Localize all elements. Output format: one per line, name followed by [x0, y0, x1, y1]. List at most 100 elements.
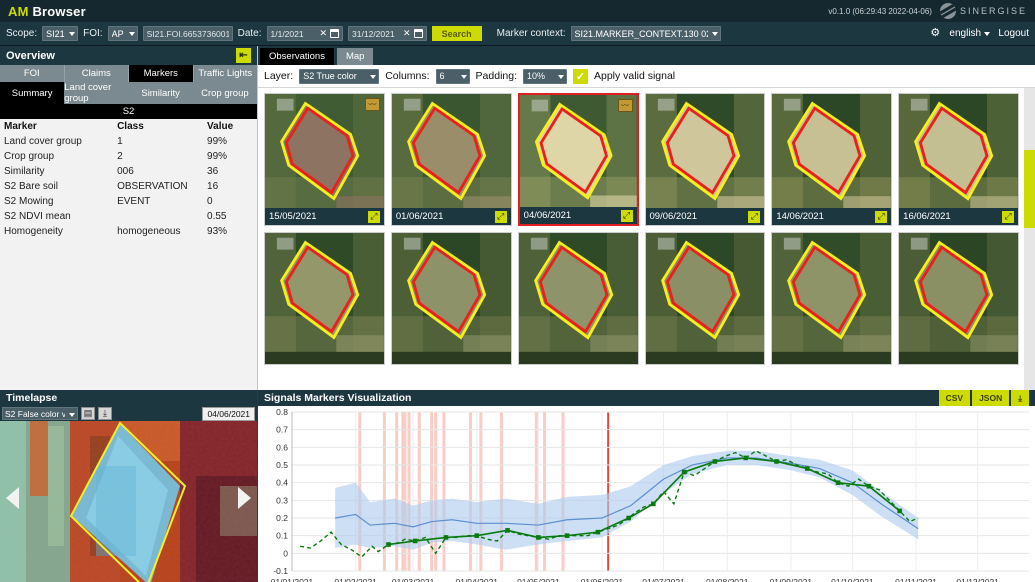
marker-context-label: Marker context: — [497, 28, 566, 39]
observation-tile[interactable] — [771, 232, 892, 365]
grid-scrollbar[interactable] — [1024, 88, 1035, 390]
cell-marker: S2 Mowing — [0, 194, 113, 209]
sinergise-mark-icon — [940, 3, 956, 19]
observation-tile[interactable]: 16/06/2021⤢ — [898, 93, 1019, 226]
ndvi-data-point[interactable] — [474, 533, 479, 538]
download-icon[interactable]: ⤓ — [98, 407, 112, 420]
ndvi-data-point[interactable] — [774, 459, 779, 464]
export-csv-button[interactable]: CSV — [939, 390, 970, 406]
expand-icon[interactable]: ⤢ — [621, 210, 633, 222]
tab-traffic-lights[interactable]: Traffic Lights — [194, 65, 258, 82]
ndvi-data-point[interactable] — [626, 516, 631, 521]
x-tick-label: 01/10/2021 — [831, 577, 874, 582]
date-to-field[interactable]: 31/12/2021 ✕ — [348, 26, 427, 41]
gear-icon[interactable]: ⚙ — [930, 28, 941, 39]
tab-markers[interactable]: Markers — [129, 65, 194, 82]
layer-select-wrap[interactable]: S2 True color — [299, 69, 379, 84]
foi-type-select[interactable]: AP — [108, 26, 138, 41]
columns-select-wrap[interactable]: 6 — [436, 69, 470, 84]
timelapse-layer-select[interactable]: S2 False color v2 — [2, 407, 78, 420]
apply-valid-signal-checkbox[interactable]: ✓ — [573, 69, 588, 84]
ndvi-data-point[interactable] — [565, 533, 570, 538]
tab-foi[interactable]: FOI — [0, 65, 65, 82]
subtab-summary[interactable]: Summary — [0, 82, 64, 104]
y-tick-label: 0.2 — [276, 513, 288, 523]
cell-marker: S2 NDVI mean — [0, 209, 113, 224]
observation-tile[interactable] — [898, 232, 1019, 365]
markers-table: Marker Class Value Land cover group199% … — [0, 119, 257, 239]
timelapse-layer-select-wrap[interactable]: S2 False color v2 — [2, 407, 78, 420]
padding-select-wrap[interactable]: 10% — [523, 69, 567, 84]
tile-satellite-image — [646, 233, 765, 352]
timelapse-image[interactable] — [0, 406, 257, 582]
scope-select[interactable]: SI21 — [42, 26, 78, 41]
tab-claims[interactable]: Claims — [65, 65, 130, 82]
observation-tile[interactable]: 01/06/2021⤢ — [391, 93, 512, 226]
date-from-field[interactable]: 1/1/2021 ✕ — [267, 26, 344, 41]
expand-icon[interactable]: ⤢ — [495, 211, 507, 223]
collapse-panel-icon[interactable]: ⇤ — [236, 48, 251, 63]
y-tick-label: 0.8 — [276, 407, 288, 417]
tile-grid: 〰15/05/2021⤢01/06/2021⤢〰04/06/2021⤢09/06… — [258, 88, 1035, 370]
expand-icon[interactable]: ⤢ — [875, 211, 887, 223]
ndvi-data-point[interactable] — [682, 470, 687, 475]
layers-stack-icon[interactable]: ▤ — [81, 407, 95, 420]
timelapse-prev-icon[interactable] — [6, 487, 19, 509]
observation-tile[interactable]: 14/06/2021⤢ — [771, 93, 892, 226]
timelapse-next-icon[interactable] — [238, 487, 251, 509]
ndvi-data-point[interactable] — [505, 528, 510, 533]
grid-scrollbar-thumb[interactable] — [1024, 150, 1035, 228]
y-tick-label: 0.5 — [276, 460, 288, 470]
signals-chart[interactable]: -0.100.10.20.30.40.50.60.70.801/01/20210… — [258, 406, 1035, 582]
cell-marker: Homogeneity — [0, 224, 113, 239]
observation-tile[interactable] — [645, 232, 766, 365]
tab-map[interactable]: Map — [337, 48, 373, 65]
tab-observations[interactable]: Observations — [260, 48, 334, 65]
logout-link[interactable]: Logout — [998, 28, 1029, 39]
date-to-calendar-icon[interactable] — [414, 29, 423, 38]
ndvi-data-point[interactable] — [413, 539, 418, 544]
ndvi-data-point[interactable] — [651, 502, 656, 507]
subtab-similarity[interactable]: Similarity — [129, 82, 193, 104]
observation-tile[interactable]: 09/06/2021⤢ — [645, 93, 766, 226]
marker-context-select[interactable]: SI21.MARKER_CONTEXT.130 02/11/2021 — [571, 26, 721, 41]
observation-tile[interactable] — [518, 232, 639, 365]
ndvi-data-point[interactable] — [386, 542, 391, 547]
expand-icon[interactable]: ⤢ — [748, 211, 760, 223]
ndvi-data-point[interactable] — [805, 466, 810, 471]
columns-select[interactable]: 6 — [436, 69, 470, 84]
x-tick-label: 01/03/2021 — [392, 577, 435, 582]
ndvi-data-point[interactable] — [444, 535, 449, 540]
export-json-button[interactable]: JSON — [972, 390, 1009, 406]
scope-select-wrap[interactable]: SI21 — [42, 26, 78, 41]
date-from-clear-icon[interactable]: ✕ — [320, 29, 328, 38]
ndvi-data-point[interactable] — [596, 530, 601, 535]
ndvi-data-point[interactable] — [836, 480, 841, 485]
ndvi-data-point[interactable] — [897, 509, 902, 514]
marker-context-select-wrap[interactable]: SI21.MARKER_CONTEXT.130 02/11/2021 — [571, 26, 721, 41]
padding-select[interactable]: 10% — [523, 69, 567, 84]
observation-tile[interactable] — [264, 232, 385, 365]
observation-tile[interactable] — [391, 232, 512, 365]
layer-select[interactable]: S2 True color — [299, 69, 379, 84]
ndvi-data-point[interactable] — [743, 456, 748, 461]
foi-id-input[interactable] — [143, 26, 233, 41]
search-button[interactable]: Search — [432, 26, 482, 41]
date-from-calendar-icon[interactable] — [330, 29, 339, 38]
subtab-land-cover-group[interactable]: Land cover group — [64, 82, 128, 104]
overview-tabs: FOI Claims Markers Traffic Lights — [0, 65, 257, 82]
subtab-crop-group[interactable]: Crop group — [193, 82, 257, 104]
expand-icon[interactable]: ⤢ — [1002, 211, 1014, 223]
x-tick-label: 01/04/2021 — [455, 577, 498, 582]
foi-type-select-wrap[interactable]: AP — [108, 26, 138, 41]
expand-icon[interactable]: ⤢ — [368, 211, 380, 223]
language-select[interactable]: english — [946, 26, 993, 41]
date-to-clear-icon[interactable]: ✕ — [403, 29, 411, 38]
download-chart-icon[interactable]: ⤓ — [1011, 390, 1029, 406]
ndvi-data-point[interactable] — [867, 484, 872, 489]
observation-tile[interactable]: 〰04/06/2021⤢ — [518, 93, 639, 226]
observation-tile[interactable]: 〰15/05/2021⤢ — [264, 93, 385, 226]
ndvi-data-point[interactable] — [713, 459, 718, 464]
ndvi-data-point[interactable] — [536, 535, 541, 540]
language-select-wrap[interactable]: english — [946, 26, 993, 41]
